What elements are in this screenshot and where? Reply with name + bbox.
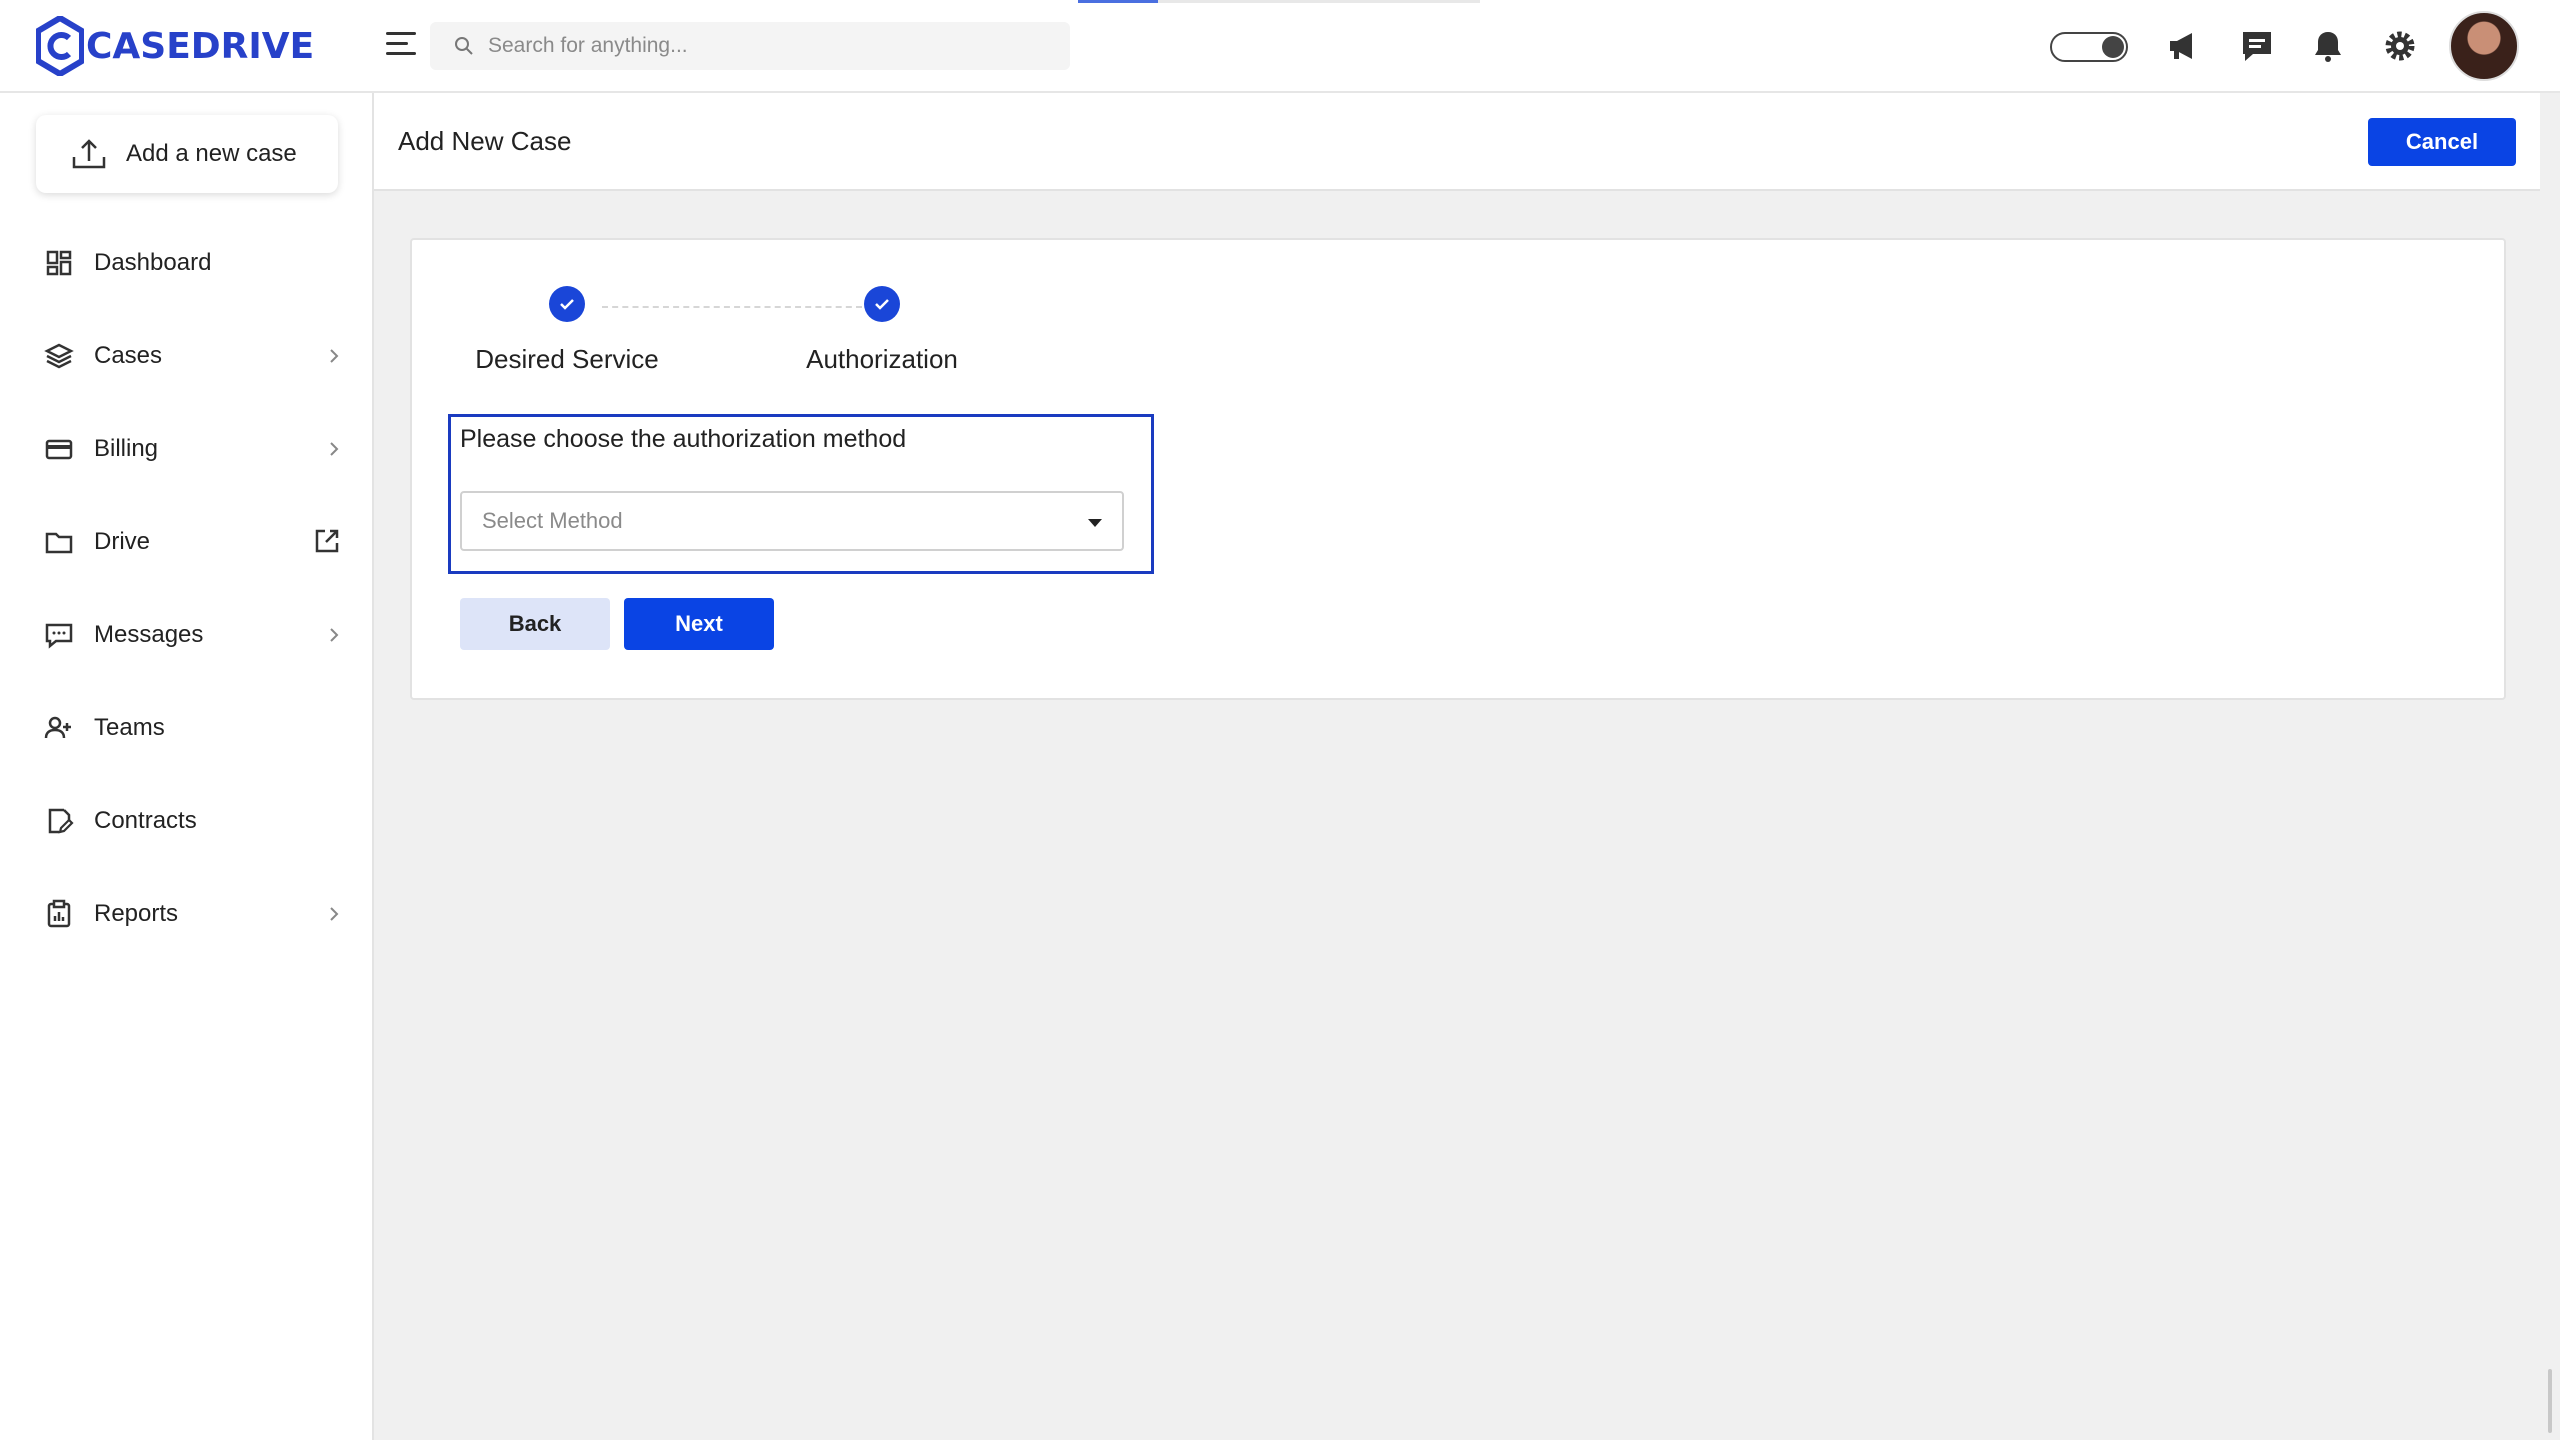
sidebar-item-label: Contracts bbox=[94, 807, 197, 834]
add-new-case-label: Add a new case bbox=[126, 140, 297, 167]
sidebar-item-teams[interactable]: Teams bbox=[0, 698, 372, 758]
avatar[interactable] bbox=[2449, 11, 2519, 81]
step-label: Desired Service bbox=[475, 344, 659, 374]
theme-toggle[interactable] bbox=[2050, 32, 2128, 62]
top-loading-bar-fill bbox=[1078, 0, 1158, 3]
authorization-method-section: Please choose the authorization method S… bbox=[448, 414, 1154, 574]
upload-icon bbox=[72, 139, 106, 169]
sidebar: Add a new case Dashboard Cases Billing D… bbox=[0, 93, 374, 1440]
sidebar-item-label: Drive bbox=[94, 528, 151, 555]
layers-icon bbox=[44, 343, 74, 369]
external-link-icon[interactable] bbox=[312, 526, 342, 556]
add-new-case-button[interactable]: Add a new case bbox=[36, 115, 338, 193]
search-input[interactable] bbox=[488, 34, 1048, 58]
logo-hexagon-icon bbox=[36, 16, 84, 76]
chevron-right-icon bbox=[330, 628, 339, 642]
top-loading-bar bbox=[1078, 0, 1480, 3]
sidebar-item-dashboard[interactable]: Dashboard bbox=[0, 233, 372, 293]
sidebar-item-label: Teams bbox=[94, 714, 165, 741]
step-authorization[interactable]: Authorization bbox=[752, 286, 1012, 375]
folder-icon bbox=[45, 532, 73, 554]
card-icon bbox=[45, 439, 73, 460]
megaphone-icon[interactable] bbox=[2166, 28, 2202, 64]
search-icon bbox=[455, 37, 473, 55]
scrollbar[interactable] bbox=[2540, 93, 2560, 1440]
chevron-right-icon bbox=[330, 907, 339, 921]
sidebar-item-label: Cases bbox=[94, 342, 163, 369]
grid-icon bbox=[46, 250, 72, 276]
sidebar-item-cases[interactable]: Cases bbox=[0, 326, 372, 386]
sidebar-item-label: Messages bbox=[94, 621, 204, 648]
clipboard-icon bbox=[47, 899, 71, 928]
sidebar-item-label: Reports bbox=[94, 900, 179, 927]
step-desired-service[interactable]: Desired Service bbox=[437, 286, 697, 375]
check-icon bbox=[560, 299, 574, 310]
brand-name: CASEDRIVE bbox=[86, 25, 315, 67]
chevron-right-icon bbox=[330, 442, 339, 456]
menu-icon[interactable] bbox=[386, 32, 416, 58]
sidebar-item-reports[interactable]: Reports bbox=[0, 884, 372, 944]
step-complete-indicator bbox=[864, 286, 900, 322]
gear-icon[interactable] bbox=[2382, 28, 2418, 64]
cancel-button[interactable]: Cancel bbox=[2368, 118, 2516, 166]
step-complete-indicator bbox=[549, 286, 585, 322]
search-bar[interactable] bbox=[430, 22, 1070, 70]
sidebar-item-messages[interactable]: Messages bbox=[0, 605, 372, 665]
sidebar-item-label: Billing bbox=[94, 435, 159, 462]
contract-icon bbox=[48, 808, 74, 834]
page-title: Add New Case bbox=[398, 126, 572, 156]
bell-icon[interactable] bbox=[2310, 28, 2346, 64]
authorization-question: Please choose the authorization method bbox=[460, 425, 907, 453]
top-bar: CASEDRIVE bbox=[0, 0, 2560, 93]
sun-icon bbox=[2102, 36, 2124, 58]
users-icon bbox=[44, 716, 71, 739]
message-icon bbox=[45, 623, 73, 649]
page-header: Add New Case Cancel bbox=[374, 93, 2540, 191]
sidebar-item-drive[interactable]: Drive bbox=[0, 512, 372, 572]
sidebar-item-contracts[interactable]: Contracts bbox=[0, 791, 372, 851]
sidebar-item-billing[interactable]: Billing bbox=[0, 419, 372, 479]
chat-icon[interactable] bbox=[2239, 28, 2275, 64]
back-button[interactable]: Back bbox=[460, 598, 610, 650]
scrollbar-thumb[interactable] bbox=[2548, 1369, 2552, 1433]
check-icon bbox=[875, 299, 889, 310]
sidebar-item-label: Dashboard bbox=[94, 249, 212, 276]
step-label: Authorization bbox=[806, 344, 958, 374]
caret-down-icon bbox=[1088, 519, 1102, 527]
authorization-method-select[interactable]: Select Method bbox=[460, 491, 1124, 551]
brand-logo[interactable]: CASEDRIVE bbox=[36, 16, 314, 76]
select-placeholder: Select Method bbox=[482, 508, 623, 533]
chevron-right-icon bbox=[330, 349, 339, 363]
wizard-card: Desired Service Authorization Please cho… bbox=[410, 238, 2506, 700]
next-button[interactable]: Next bbox=[624, 598, 774, 650]
